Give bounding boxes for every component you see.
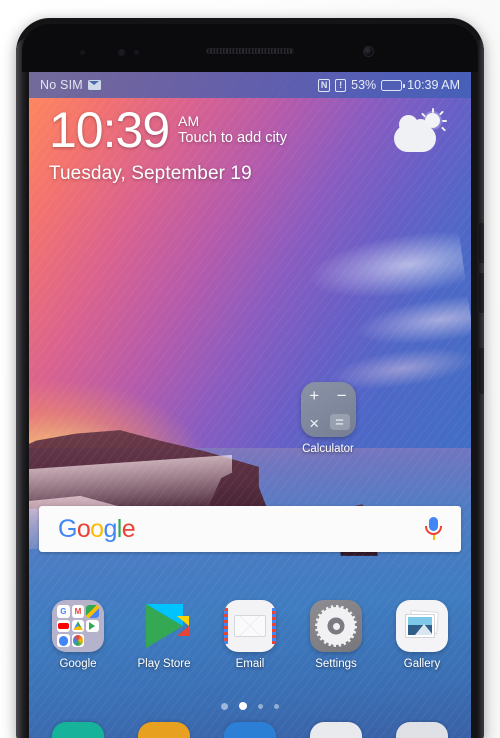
drive-mini-icon xyxy=(71,619,85,633)
page-dot[interactable] xyxy=(274,703,279,709)
microphone-stem xyxy=(432,534,435,540)
clock-meta: AM Touch to add city xyxy=(178,113,287,146)
app-calculator[interactable]: + − × = = Calculator xyxy=(297,382,359,455)
sun-ray-icon xyxy=(439,110,444,116)
notification-led-icon xyxy=(80,50,85,55)
add-city-label[interactable]: Touch to add city xyxy=(178,130,287,146)
google-logo[interactable]: Google xyxy=(58,515,136,544)
bottom-app-row[interactable] xyxy=(29,722,471,738)
gallery-icon[interactable] xyxy=(396,600,448,652)
volume-up-button[interactable] xyxy=(479,223,484,263)
app-label-calculator: Calculator xyxy=(302,443,354,455)
page-dot-home[interactable] xyxy=(221,702,228,710)
partly-cloudy-icon[interactable] xyxy=(393,108,447,154)
microphone-arc xyxy=(425,525,442,535)
message-icon xyxy=(87,80,101,90)
google-search-mini-icon: G xyxy=(57,605,70,618)
minus-icon: − xyxy=(336,386,347,406)
play-store-icon[interactable] xyxy=(138,600,190,652)
youtube-mini-icon xyxy=(57,619,70,633)
page-dot[interactable] xyxy=(258,703,263,709)
dock-label-google: Google xyxy=(59,658,97,670)
status-bar-right: N ! 53% 10:39 AM xyxy=(318,78,460,92)
status-clock-label: 10:39 AM xyxy=(407,78,460,92)
date-label: Tuesday, September 19 xyxy=(49,163,252,184)
front-camera-icon xyxy=(363,46,374,57)
bottom-app-icon[interactable] xyxy=(138,722,190,738)
dock-row[interactable]: G M Google Play Store Email Settings Gal… xyxy=(29,600,471,670)
phone-screen[interactable]: No SIM N ! 53% 10:39 AM 10:39 AM Touch t… xyxy=(29,72,471,738)
sim-status-label: No SIM xyxy=(40,78,83,92)
dock-item-play-store[interactable]: Play Store xyxy=(133,600,195,670)
phone-device: No SIM N ! 53% 10:39 AM 10:39 AM Touch t… xyxy=(16,18,484,738)
alert-icon: ! xyxy=(335,78,347,92)
top-bezel xyxy=(22,24,478,72)
dock-item-settings[interactable]: Settings xyxy=(305,600,367,670)
bottom-app-icon[interactable] xyxy=(52,722,104,738)
cloud-icon xyxy=(394,115,436,152)
proximity-sensor-icon xyxy=(118,49,125,56)
plus-icon: + xyxy=(309,386,320,406)
bottom-app-icon[interactable] xyxy=(310,722,362,738)
earpiece-speaker-icon xyxy=(206,48,294,54)
equals-icon: = xyxy=(329,414,350,431)
maps-mini-icon xyxy=(86,605,99,618)
gmail-mini-icon: M xyxy=(71,605,85,618)
status-bar-left: No SIM xyxy=(40,78,101,92)
photos-mini-icon xyxy=(71,634,85,647)
google-search-bar[interactable]: Google xyxy=(39,506,461,552)
clock-ampm-label: AM xyxy=(178,113,200,129)
light-sensor-icon xyxy=(134,50,139,55)
sun-ray-icon xyxy=(432,108,434,113)
google-folder-icon[interactable]: G M xyxy=(52,600,104,652)
volume-down-button[interactable] xyxy=(479,273,484,313)
photo-front-layer xyxy=(405,614,435,638)
sun-ray-icon xyxy=(421,112,426,118)
folder-empty-slot xyxy=(86,634,99,647)
nfc-icon: N xyxy=(318,78,331,92)
dock-label-settings: Settings xyxy=(315,658,357,670)
gear-glyph xyxy=(315,605,357,647)
envelope-glyph xyxy=(234,615,266,637)
play-mini-icon xyxy=(86,619,99,633)
dock-label-gallery: Gallery xyxy=(403,658,441,670)
page-indicator[interactable] xyxy=(29,702,471,710)
power-button[interactable] xyxy=(479,348,484,394)
calculator-icon[interactable]: + − × = = xyxy=(300,382,356,437)
sun-ray-icon xyxy=(442,120,447,122)
duo-mini-icon xyxy=(57,634,70,647)
battery-percent-label: 53% xyxy=(351,78,377,92)
gear-hub xyxy=(327,617,345,635)
page-dot-active[interactable] xyxy=(239,702,247,710)
dock-item-gallery[interactable]: Gallery xyxy=(391,600,453,670)
battery-icon xyxy=(381,79,406,91)
bottom-app-icon[interactable] xyxy=(224,722,276,738)
clock-weather-widget[interactable]: 10:39 AM Touch to add city Tuesday, Sept… xyxy=(29,102,471,185)
dock-label-play-store: Play Store xyxy=(137,658,191,670)
dock-item-google-folder[interactable]: G M Google xyxy=(47,600,109,670)
bottom-app-icon[interactable] xyxy=(396,722,448,738)
dock-item-email[interactable]: Email xyxy=(219,600,281,670)
email-icon[interactable] xyxy=(224,600,276,652)
play-triangle-glyph xyxy=(145,604,189,648)
clock-row: 10:39 AM Touch to add city xyxy=(49,102,451,158)
multiply-icon: × xyxy=(309,413,320,433)
settings-gear-icon[interactable] xyxy=(310,600,362,652)
status-bar[interactable]: No SIM N ! 53% 10:39 AM xyxy=(29,72,471,98)
microphone-icon[interactable] xyxy=(425,516,442,542)
clock-time: 10:39 xyxy=(49,102,170,158)
photo-thumbnail xyxy=(408,617,432,635)
dock-label-email: Email xyxy=(235,658,265,670)
